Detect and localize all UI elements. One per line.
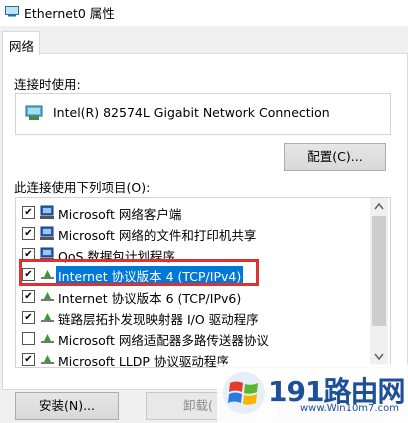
tab-network[interactable]: 网络 [2, 31, 40, 55]
protocol-icon [41, 355, 54, 364]
list-item[interactable]: Microsoft 网络适配器多路传送器协议 [16, 328, 369, 349]
item-label: Microsoft 网络适配器多路传送器协议 [58, 333, 269, 348]
item-checkbox[interactable]: ✔ [22, 290, 35, 303]
network-card-icon [25, 105, 43, 120]
list-item[interactable]: ✔ Internet 协议版本 6 (TCP/IPv6) [16, 286, 369, 307]
install-button[interactable]: 安装(N)... [15, 392, 119, 420]
item-checkbox[interactable]: ✔ [22, 311, 35, 324]
item-checkbox[interactable] [22, 332, 35, 345]
scroll-down-arrow-icon[interactable] [370, 348, 388, 365]
configure-button[interactable]: 配置(C)... [284, 143, 386, 171]
watermark-url: www.Win10m7.com [300, 403, 399, 414]
item-checkbox[interactable]: ✔ [22, 206, 35, 219]
list-item[interactable]: ✔ Microsoft 网络客户端 [16, 202, 369, 223]
item-label: Microsoft LLDP 协议驱动程序 [58, 354, 229, 368]
protocol-icon [41, 292, 54, 301]
connect-using-label: 连接时使用: [14, 77, 81, 92]
list-item[interactable]: ✔ Microsoft 网络的文件和打印机共享 [16, 223, 369, 244]
scroll-up-arrow-icon[interactable] [370, 198, 388, 215]
protocol-icon [41, 313, 54, 322]
item-checkbox[interactable]: ✔ [22, 227, 35, 240]
item-label: 链路层拓扑发现映射器 I/O 驱动程序 [58, 312, 259, 327]
windows-logo-icon [223, 372, 265, 414]
window-title: Ethernet0 属性 [24, 6, 115, 21]
highlight-annotation [19, 259, 259, 286]
items-label: 此连接使用下列项目(O): [14, 180, 151, 195]
item-label: Microsoft 网络客户端 [58, 207, 182, 222]
network-adapter-icon [5, 6, 19, 17]
network-client-icon [40, 205, 54, 219]
tab-label: 网络 [9, 39, 35, 54]
adapter-name: Intel(R) 82574L Gigabit Network Connecti… [53, 105, 330, 120]
protocol-icon [41, 334, 54, 343]
file-printer-sharing-icon [40, 226, 54, 240]
scrollbar-thumb[interactable] [372, 216, 386, 326]
item-label: Internet 协议版本 6 (TCP/IPv6) [58, 291, 242, 306]
list-item[interactable]: ✔ 链路层拓扑发现映射器 I/O 驱动程序 [16, 307, 369, 328]
item-label: Microsoft 网络的文件和打印机共享 [58, 228, 257, 243]
item-checkbox[interactable]: ✔ [22, 353, 35, 366]
